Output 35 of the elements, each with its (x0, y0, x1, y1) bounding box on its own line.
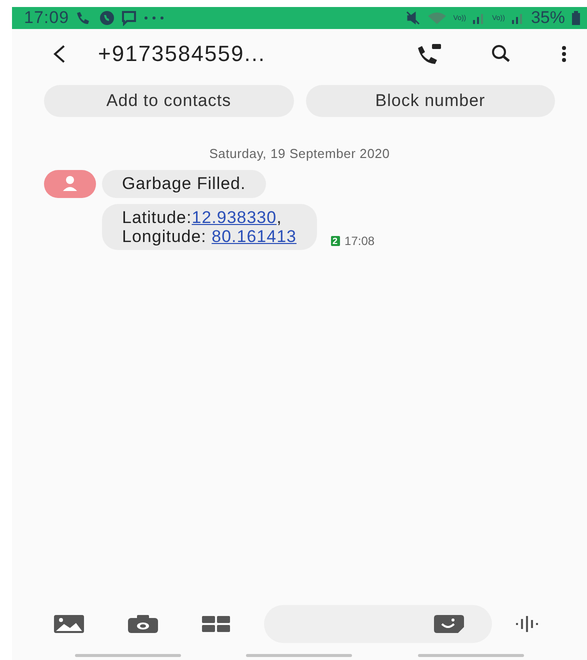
camera-icon[interactable] (128, 615, 158, 633)
back-button[interactable] (52, 44, 66, 64)
battery-icon (571, 11, 581, 25)
sim-badge: 2 (330, 236, 340, 246)
message-icon (121, 10, 138, 26)
search-button[interactable] (491, 44, 511, 64)
voice-icon[interactable] (516, 616, 540, 632)
wifi-icon (427, 11, 448, 25)
message-field[interactable] (264, 605, 492, 643)
coordinate-link[interactable]: 80.161413 (212, 227, 297, 246)
menu-icon (561, 45, 567, 63)
date-label: Saturday, 19 September 2020 (208, 146, 391, 161)
status-time: 17:09 (24, 8, 70, 28)
sticker-icon[interactable] (434, 615, 464, 633)
contact-number: +9173584559... (98, 41, 267, 67)
message-text: Latitude:12.938330, (122, 208, 283, 227)
search-icon (491, 44, 511, 64)
battery-level: 35% (530, 8, 565, 28)
mute-icon (405, 11, 422, 25)
gallery-icon[interactable] (54, 615, 84, 633)
back-icon (52, 44, 66, 64)
message-text: Longitude: 80.161413 (122, 227, 297, 246)
action-button[interactable]: Block number (306, 85, 555, 117)
message-bubble: Garbage Filled. (102, 170, 266, 198)
menu-button[interactable] (561, 45, 567, 63)
avatar-icon (44, 170, 96, 198)
message-time: 17:08 (344, 234, 375, 248)
signal-icon (510, 12, 525, 24)
hd-call-button[interactable] (415, 43, 443, 65)
more-icon (143, 15, 166, 21)
phone-icon (415, 43, 443, 65)
coordinate-link[interactable]: 12.938330 (192, 208, 277, 227)
grid-icon[interactable] (202, 616, 230, 632)
action-button[interactable]: Add to contacts (44, 85, 294, 117)
chat-icon (99, 10, 116, 26)
